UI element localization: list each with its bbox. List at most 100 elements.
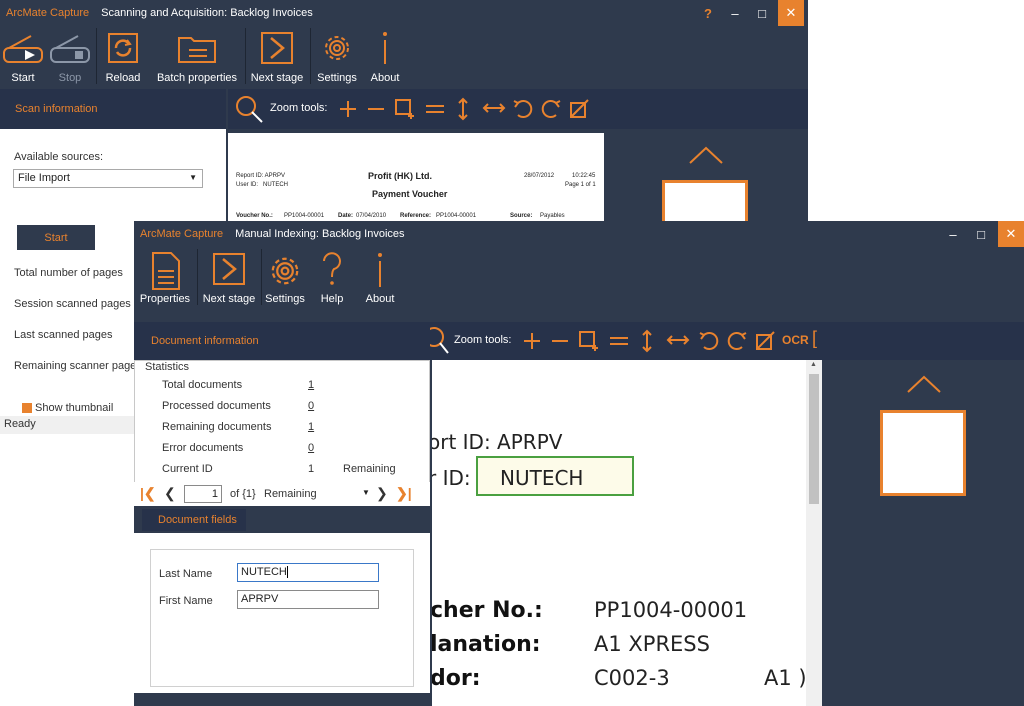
stat-value: 1: [308, 463, 315, 475]
rotate-left-icon[interactable]: [512, 98, 534, 120]
index-thumbnail[interactable]: [880, 410, 966, 496]
navigator-bar: |❮ ❮ 1 of {1} Remaining ▼ ❯ ❯|: [134, 482, 430, 506]
scan-toolbar: Start Stop Reload Batch properties Next …: [0, 26, 808, 86]
zoom-area-icon[interactable]: [578, 330, 600, 352]
index-about-label: About: [365, 293, 395, 305]
help-label: Help: [320, 293, 344, 305]
viewer-scrollbar[interactable]: ▲: [806, 360, 822, 706]
viewer-user-value: NUTECH: [500, 466, 584, 490]
help-button[interactable]: Help: [312, 247, 352, 307]
scan-window-title: Scanning and Acquisition: Backlog Invoic…: [101, 7, 313, 19]
page-number-input[interactable]: 1: [184, 485, 222, 503]
fields-tab[interactable]: Document fields: [142, 509, 246, 531]
scroll-up-icon[interactable]: ▲: [810, 361, 817, 368]
settings-button[interactable]: Settings: [313, 26, 361, 86]
zoom-in-icon[interactable]: [522, 331, 542, 351]
chevron-down-icon: ▼: [189, 173, 197, 182]
preview-reference-value: PP1004-00001: [436, 213, 477, 219]
doc-info-header: Document information: [134, 322, 430, 360]
next-page-icon[interactable]: ❯: [376, 485, 388, 502]
source-select[interactable]: File Import ▼: [13, 169, 203, 188]
rotate-right-icon[interactable]: [726, 330, 748, 352]
stat-value[interactable]: 1: [308, 379, 314, 391]
preview-time: 10:22:45: [572, 173, 596, 179]
maximize-button[interactable]: □: [749, 0, 775, 26]
show-thumbnail-label: Show thumbnail: [35, 402, 114, 414]
close-button[interactable]: ✕: [778, 0, 804, 26]
stop-label: Stop: [58, 72, 82, 84]
fit-height-icon[interactable]: [456, 97, 470, 121]
help-icon[interactable]: ?: [695, 0, 721, 26]
viewer-vendor-extra: A1 ): [764, 666, 806, 690]
stat-label: Current ID: [162, 463, 213, 475]
viewer-explanation-value: A1 XPRESS: [594, 632, 710, 656]
index-close-button[interactable]: ✕: [998, 221, 1024, 247]
scan-zoom-label: Zoom tools:: [270, 102, 328, 114]
minimize-button[interactable]: –: [722, 0, 748, 26]
fit-height-icon[interactable]: [640, 329, 654, 353]
fit-width-icon[interactable]: [482, 101, 506, 115]
first-name-label: First Name: [159, 595, 213, 607]
first-page-icon[interactable]: |❮: [140, 485, 156, 502]
crop-icon[interactable]: [754, 330, 776, 352]
next-stage-button[interactable]: Next stage: [248, 26, 306, 86]
scrollbar-thumb[interactable]: [809, 374, 819, 504]
last-name-value: NUTECH: [241, 566, 287, 578]
zoom-out-icon[interactable]: [366, 99, 386, 119]
gear-icon: [325, 36, 349, 60]
scan-start-button[interactable]: Start: [17, 225, 95, 250]
properties-button[interactable]: Properties: [136, 247, 194, 307]
rotate-left-icon[interactable]: [698, 330, 720, 352]
first-name-input[interactable]: APRPV: [237, 590, 379, 609]
index-settings-button[interactable]: Settings: [262, 247, 308, 307]
start-label: Start: [11, 72, 35, 84]
show-thumbnail-checkbox[interactable]: [22, 403, 32, 413]
crop-icon[interactable]: [568, 98, 590, 120]
stat-value[interactable]: 0: [308, 400, 314, 412]
index-zoom-label: Zoom tools:: [454, 334, 512, 346]
index-minimize-button[interactable]: –: [940, 221, 966, 247]
magnifier-icon[interactable]: [234, 94, 266, 126]
batch-properties-label: Batch properties: [156, 72, 238, 84]
index-next-stage-button[interactable]: Next stage: [200, 247, 258, 307]
filter-chevron-down-icon[interactable]: ▼: [362, 488, 370, 497]
magnifier-icon[interactable]: [430, 325, 452, 357]
index-toolbar: Properties Next stage Settings Help Abou…: [134, 247, 1024, 307]
last-name-label: Last Name: [159, 568, 213, 580]
thumbnail-chevron-up-icon[interactable]: [906, 374, 942, 394]
preview-source-label: Source:: [510, 213, 533, 219]
ocr-button[interactable]: OCR: [782, 333, 809, 347]
scan-start-label: Start: [44, 231, 68, 244]
start-scan-button[interactable]: Start: [0, 26, 46, 86]
zoom-in-icon[interactable]: [338, 99, 358, 119]
stop-scan-button[interactable]: Stop: [48, 26, 92, 86]
index-about-button[interactable]: About: [360, 247, 400, 307]
zoom-out-icon[interactable]: [550, 331, 570, 351]
preview-voucher-value: PP1004-00001: [284, 213, 325, 219]
scan-info-header: Scan information: [0, 89, 226, 129]
chevron-up-icon[interactable]: [688, 145, 724, 165]
fit-icon[interactable]: [608, 331, 630, 351]
bracket-icon[interactable]: [: [812, 328, 817, 349]
index-titlebar: ArcMate Capture Manual Indexing: Backlog…: [134, 221, 1024, 247]
last-name-input[interactable]: NUTECH: [237, 563, 379, 582]
zoom-area-icon[interactable]: [394, 98, 416, 120]
reload-button[interactable]: Reload: [100, 26, 146, 86]
page-of-label: of {1}: [230, 488, 256, 500]
folder-icon: [178, 37, 216, 63]
batch-properties-button[interactable]: Batch properties: [152, 26, 242, 86]
index-maximize-button[interactable]: □: [968, 221, 994, 247]
fit-width-icon[interactable]: [666, 333, 690, 347]
fit-icon[interactable]: [424, 99, 446, 119]
about-button[interactable]: About: [364, 26, 406, 86]
prev-page-icon[interactable]: ❮: [164, 485, 176, 502]
status-text: Ready: [4, 418, 36, 430]
ocr-highlight-box[interactable]: NUTECH: [476, 456, 634, 496]
stat-label: Error documents: [162, 442, 244, 454]
stat-value[interactable]: 1: [308, 421, 314, 433]
last-page-icon[interactable]: ❯|: [396, 485, 412, 502]
preview-source-value: Payables: [540, 213, 565, 219]
filter-select[interactable]: Remaining: [264, 488, 317, 500]
stat-value[interactable]: 0: [308, 442, 314, 454]
rotate-right-icon[interactable]: [540, 98, 562, 120]
